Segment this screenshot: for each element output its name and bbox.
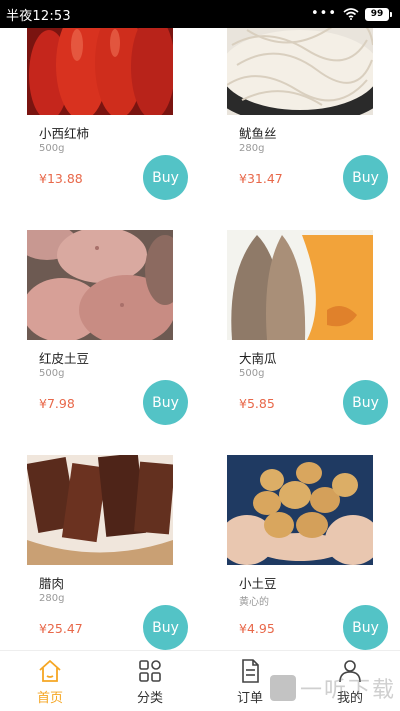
product-card[interactable]: 鱿鱼丝 280g ¥31.47 Buy [227,5,388,205]
small-potato-image[interactable] [227,455,373,565]
battery-icon: 99 [365,7,392,21]
product-name: 红皮土豆 [39,351,90,366]
tab-home[interactable]: 首页 [0,651,100,711]
category-grid-icon [139,659,161,682]
watermark-text: 一听下载 [299,678,396,703]
status-time: 半夜12:53 [6,8,71,24]
product-card[interactable]: 小土豆 黄心的 ¥4.95 Buy [227,455,388,655]
buy-button[interactable]: Buy [143,380,188,425]
product-weight: 500g [39,143,65,154]
document-icon [242,658,259,683]
product-price: ¥7.98 [39,396,75,411]
status-icons: ••• 99 [311,5,392,24]
tab-category[interactable]: 分类 [100,651,200,711]
buy-button[interactable]: Buy [143,155,188,200]
product-card[interactable]: 小西红柿 500g ¥13.88 Buy [27,5,188,205]
status-bar: 半夜12:53 ••• 99 [0,0,400,28]
product-name: 鱿鱼丝 [239,126,277,141]
product-card[interactable]: 大南瓜 500g ¥5.85 Buy [227,230,388,430]
watermark-logo-icon [269,675,296,701]
product-price: ¥25.47 [39,621,83,636]
product-weight: 黄心的 [239,597,269,608]
more-dots-icon: ••• [310,6,337,21]
product-price: ¥13.88 [39,171,83,186]
product-price: ¥4.95 [239,621,275,636]
product-name: 腊肉 [39,576,65,591]
product-price: ¥31.47 [239,171,283,186]
product-card[interactable]: 红皮土豆 500g ¥7.98 Buy [27,230,188,430]
product-grid: 小西红柿 500g ¥13.88 Buy 鱿鱼丝 280g ¥31.47 Buy… [0,0,400,650]
product-weight: 500g [239,368,265,379]
red-potato-image[interactable] [27,230,173,340]
product-price: ¥5.85 [239,396,275,411]
buy-button[interactable]: Buy [343,155,388,200]
product-name: 小土豆 [239,576,277,591]
wifi-icon [343,5,359,24]
product-weight: 280g [39,593,65,604]
product-weight: 500g [39,368,65,379]
pumpkin-image[interactable] [227,230,373,340]
product-card[interactable]: 腊肉 280g ¥25.47 Buy [27,455,188,655]
battery-level: 99 [365,7,389,21]
tab-orders-label: 订单 [236,690,263,706]
home-icon [39,659,61,682]
product-name: 小西红柿 [39,126,90,141]
product-weight: 280g [239,143,265,154]
cured-meat-image[interactable] [27,455,173,565]
product-name: 大南瓜 [239,351,277,366]
buy-button[interactable]: Buy [343,605,388,650]
tab-home-label: 首页 [36,690,63,706]
app-screen: 小西红柿 500g ¥13.88 Buy 鱿鱼丝 280g ¥31.47 Buy… [0,0,400,711]
watermark: 一听下载 [269,672,396,704]
buy-button[interactable]: Buy [143,605,188,650]
tab-category-label: 分类 [136,690,163,706]
buy-button[interactable]: Buy [343,380,388,425]
